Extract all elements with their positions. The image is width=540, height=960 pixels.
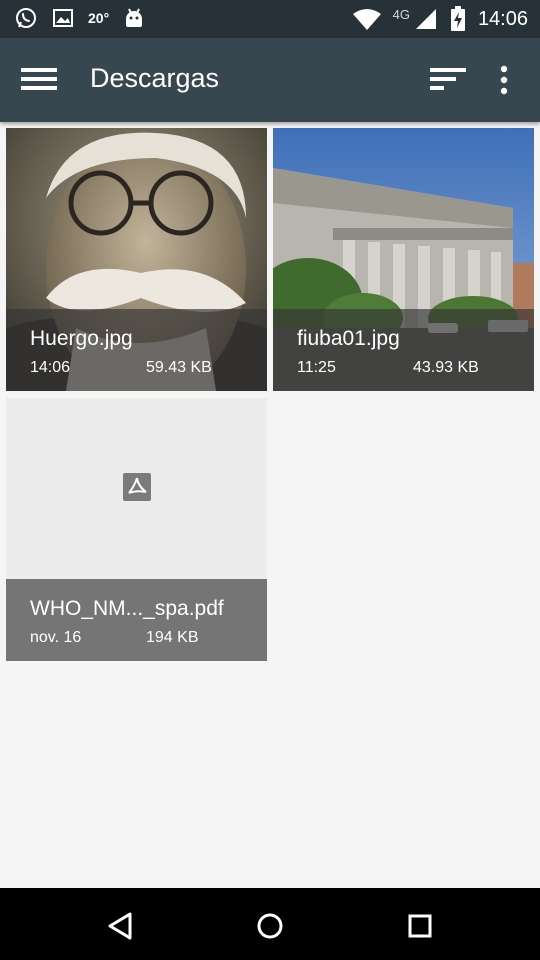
app-toolbar: Descargas [0,38,540,122]
page-title: Descargas [90,63,220,93]
status-bar: 20° 4G 14:06 [0,0,540,38]
file-date: nov. 16 [30,629,82,646]
file-name: Huergo.jpg [30,327,133,350]
temperature: 20° [88,10,110,26]
file-name: WHO_NM..._spa.pdf [30,597,224,620]
file-tile-huergo[interactable]: Huergo.jpg 14:06 59.43 KB [6,128,267,391]
file-tile-fiuba01[interactable]: fiuba01.jpg 11:25 43.93 KB [273,128,534,391]
home-button[interactable] [250,906,290,946]
back-button[interactable] [100,906,140,946]
android-debug-icon [123,6,145,30]
battery-charging-icon [450,6,466,32]
file-date: 11:25 [297,359,336,376]
file-caption: WHO_NM..._spa.pdf nov. 16 194 KB [6,579,267,661]
more-vert-icon [500,65,508,95]
file-size: 59.43 KB [146,359,212,376]
pdf-icon [123,473,151,501]
file-tile-who-pdf[interactable]: WHO_NM..._spa.pdf nov. 16 194 KB [6,398,267,661]
recents-button[interactable] [400,906,440,946]
recents-icon [408,914,432,938]
file-caption: Huergo.jpg 14:06 59.43 KB [6,309,267,391]
whatsapp-icon [14,6,38,30]
sort-icon [430,68,466,90]
signal-icon [414,7,438,31]
clock: 14:06 [477,7,528,30]
navigation-drawer-button[interactable] [18,62,66,98]
file-date: 14:06 [30,359,71,376]
hamburger-menu-icon [21,68,57,90]
system-navigation-bar [0,888,540,960]
sort-button[interactable] [426,62,474,98]
image-icon [52,7,74,29]
home-icon [257,913,283,939]
file-size: 194 KB [146,629,199,646]
file-size: 43.93 KB [413,359,479,376]
file-name: fiuba01.jpg [297,327,400,350]
more-options-button[interactable] [490,62,518,98]
wifi-icon [352,8,381,30]
network-type: 4G [392,6,410,22]
back-icon [108,912,132,940]
file-caption: fiuba01.jpg 11:25 43.93 KB [273,309,534,391]
